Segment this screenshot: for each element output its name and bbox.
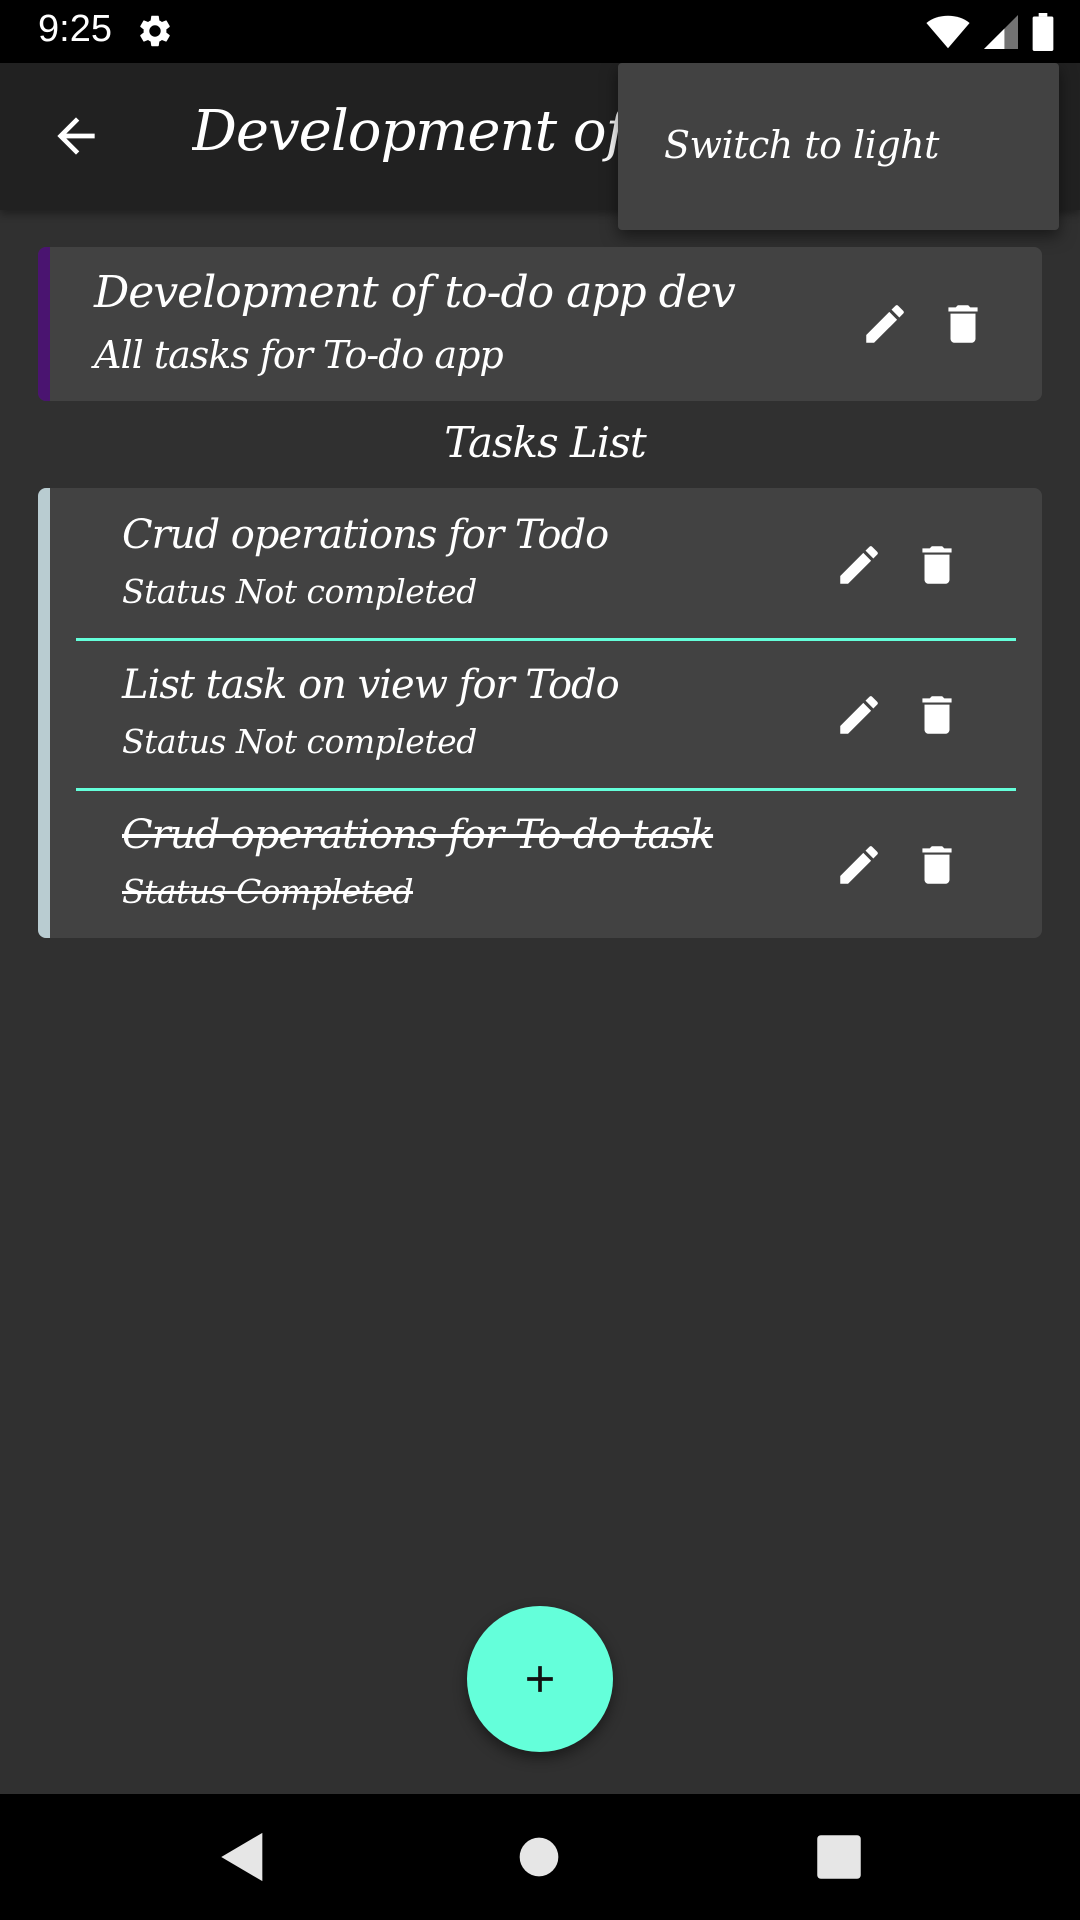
task-status: Status Not completed [122,722,477,761]
tasks-card: Crud operations for Todo Status Not comp… [38,488,1042,938]
task-title: Crud operations for Todo [122,512,609,558]
overflow-menu: Switch to light [618,63,1059,230]
gear-icon [136,12,174,50]
task-status: Status Not completed [122,572,477,611]
tasks-accent-bar [38,488,50,938]
task-row[interactable]: Crud operations for Todo Status Not comp… [76,488,1016,641]
project-description: All tasks for To-do app [94,333,504,377]
task-row[interactable]: Crud operations for To-do task Status Co… [76,788,1016,938]
edit-icon[interactable] [834,840,884,890]
delete-icon[interactable] [912,840,962,890]
nav-bar [0,1794,1080,1920]
task-status: Status Completed [122,872,414,911]
nav-back-icon[interactable] [214,1828,272,1886]
plus-icon [518,1657,562,1701]
add-task-button[interactable] [467,1606,613,1752]
task-title: Crud operations for To-do task [122,812,714,858]
signal-icon [984,14,1018,50]
tasks-list-heading: Tasks List [444,418,646,467]
project-card[interactable]: Development of to-do app dev All tasks f… [38,247,1042,401]
menu-item-switch-theme[interactable]: Switch to light [664,123,939,167]
nav-recents-icon[interactable] [810,1828,868,1886]
nav-home-icon[interactable] [510,1828,568,1886]
arrow-back-icon[interactable] [48,108,104,164]
delete-icon[interactable] [938,299,988,349]
status-bar: 9:25 [0,0,1080,63]
task-row[interactable]: List task on view for Todo Status Not co… [76,638,1016,791]
delete-icon[interactable] [912,540,962,590]
project-title: Development of to-do app dev [94,267,736,318]
wifi-icon [926,14,970,50]
edit-icon[interactable] [834,690,884,740]
delete-icon[interactable] [912,690,962,740]
project-accent-bar [38,247,50,401]
edit-icon[interactable] [834,540,884,590]
task-title: List task on view for Todo [122,662,620,708]
edit-icon[interactable] [860,299,910,349]
battery-icon [1032,13,1054,51]
status-time: 9:25 [38,8,112,50]
page-title: Development of to-do app dev [192,99,622,164]
